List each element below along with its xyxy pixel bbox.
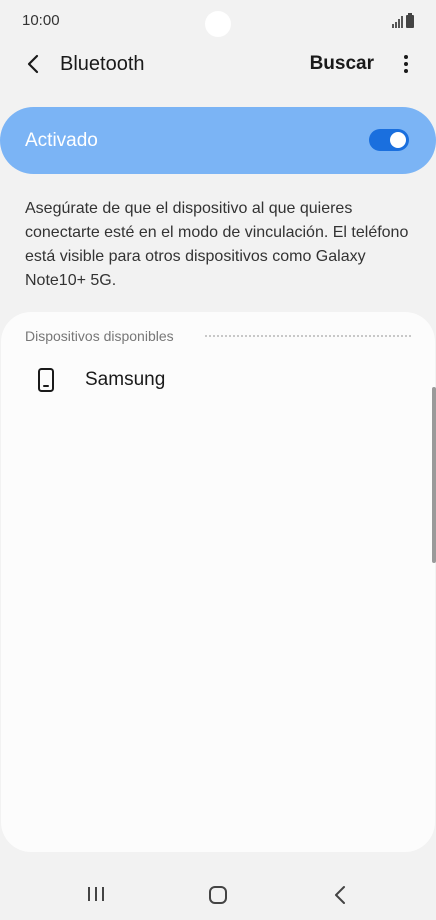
scrollbar[interactable]: [432, 387, 436, 563]
section-header: Dispositivos disponibles: [25, 328, 174, 344]
home-icon[interactable]: [208, 885, 228, 905]
bluetooth-switch[interactable]: [369, 129, 409, 151]
status-icons: [392, 12, 414, 28]
device-row[interactable]: Samsung: [1, 356, 435, 404]
battery-icon: [406, 13, 414, 28]
back-arrow-icon[interactable]: [22, 52, 46, 76]
more-options-icon[interactable]: [398, 52, 414, 76]
camera-cutout: [205, 11, 231, 37]
navigation-bar: [0, 864, 436, 920]
nav-back-icon[interactable]: [332, 885, 348, 905]
switch-knob: [390, 132, 406, 148]
search-button[interactable]: Buscar: [310, 53, 374, 75]
section-divider: [205, 335, 411, 337]
available-devices-card: Dispositivos disponibles Samsung: [1, 312, 435, 852]
recent-apps-icon[interactable]: [86, 885, 106, 903]
signal-icon: [392, 16, 403, 28]
device-name: Samsung: [85, 369, 166, 390]
status-bar: 10:00: [0, 0, 436, 42]
status-time: 10:00: [22, 12, 60, 29]
page-title: Bluetooth: [60, 53, 145, 75]
visibility-description: Asegúrate de que el dispositivo al que q…: [25, 200, 409, 289]
app-bar: Bluetooth Buscar: [0, 42, 436, 88]
toggle-label: Activado: [25, 130, 98, 151]
bluetooth-master-toggle[interactable]: Activado: [0, 107, 436, 174]
phone-icon: [38, 368, 54, 392]
